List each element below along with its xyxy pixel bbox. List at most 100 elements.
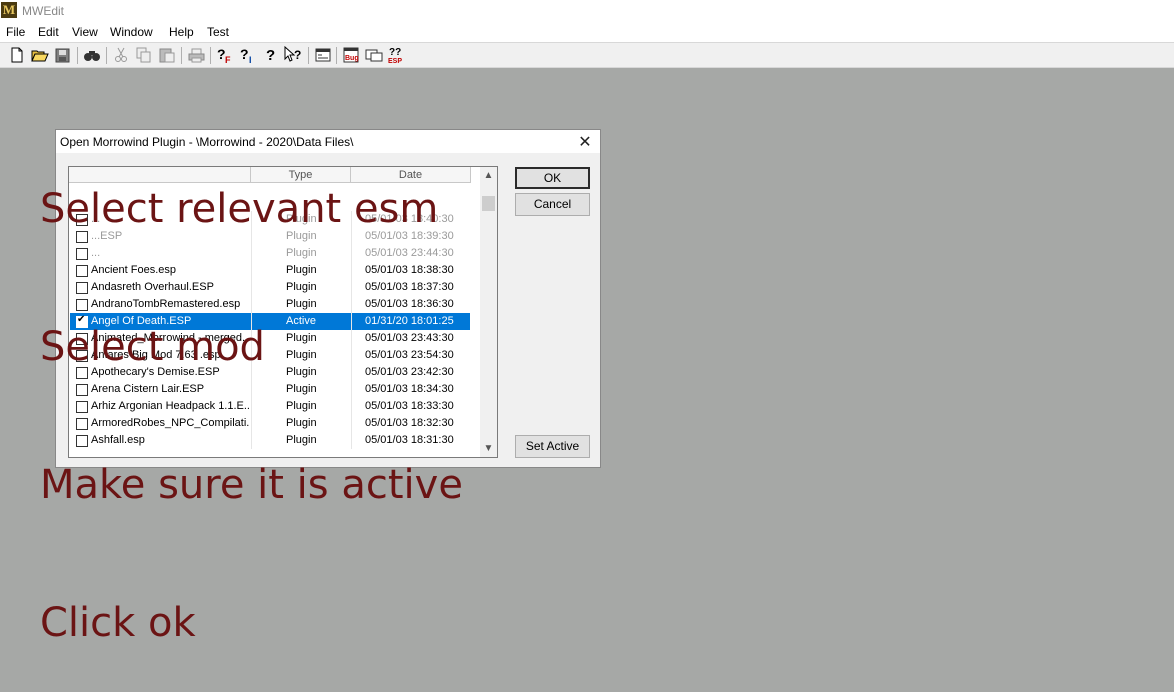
instruction-line: Click ok (40, 600, 196, 646)
help-index-icon[interactable]: ? I (238, 46, 258, 64)
scroll-up-icon[interactable]: ▲ (480, 167, 497, 184)
print-icon[interactable] (186, 46, 206, 64)
plugin-type: Plugin (251, 432, 350, 449)
plugin-type: Plugin (251, 211, 350, 228)
plugin-type: Plugin (251, 228, 350, 245)
plugin-row[interactable]: Andasreth Overhaul.ESP Plugin 05/01/03 18:… (70, 279, 470, 296)
plugin-date: 05/01/03 18:36:30 (351, 296, 470, 313)
menu-test[interactable]: Test (207, 25, 229, 39)
plugin-type: Plugin (251, 415, 350, 432)
plugin-name: Ancient Foes.esp (91, 264, 176, 276)
plugin-row[interactable]: Ancient Foes.esp Plugin 05/01/03 18:38:30 (70, 262, 470, 279)
help-icon[interactable]: ? (261, 46, 281, 64)
column-header-type[interactable]: Type (251, 167, 351, 183)
plugin-checkbox[interactable] (76, 214, 88, 226)
plugin-date: 05/01/03 23:54:30 (351, 347, 470, 364)
app-logo-icon: M (1, 2, 17, 18)
dialog-title: Open Morrowind Plugin - \Morrowind - 202… (60, 135, 354, 149)
menu-help[interactable]: Help (169, 25, 194, 39)
menu-bar: File Edit View Window Help Test (0, 22, 1174, 42)
plugin-row[interactable]: Apothecary's Demise.ESP Plugin 05/01/03 23… (70, 364, 470, 381)
toolbar-separator (77, 47, 78, 64)
toolbar-separator (181, 47, 182, 64)
app-title: MWEdit (22, 4, 64, 18)
plugin-type: Plugin (251, 398, 350, 415)
plugin-type: Plugin (251, 279, 350, 296)
plugin-checkbox[interactable] (76, 367, 88, 379)
plugin-row[interactable]: ... Plugin 05/01/03 18:40:30 (70, 211, 470, 228)
plugin-row[interactable]: ... Plugin 05/01/03 23:44:30 (70, 245, 470, 262)
plugin-date: 05/01/03 18:38:30 (351, 262, 470, 279)
cut-icon[interactable] (111, 46, 131, 64)
plugin-type: Plugin (251, 245, 350, 262)
plugin-row[interactable]: Antares Big Mod 7.63 .esp Plugin 05/01/03 … (70, 347, 470, 364)
paste-icon[interactable] (157, 46, 177, 64)
plugin-row[interactable]: AndranoTombRemastered.esp Plugin 05/01/03 … (70, 296, 470, 313)
plugin-date: 05/01/03 18:31:30 (351, 432, 470, 449)
plugin-list[interactable]: Type Date ... Plugin 05/01/03 18:40:30 ...E… (68, 166, 498, 458)
plugin-row[interactable]: Arena Cistern Lair.ESP Plugin 05/01/03 18:… (70, 381, 470, 398)
plugin-date: 05/01/03 18:34:30 (351, 381, 470, 398)
menu-edit[interactable]: Edit (38, 25, 59, 39)
close-icon[interactable]: ✕ (576, 132, 594, 152)
column-header-name[interactable] (69, 167, 251, 183)
plugin-checkbox[interactable] (76, 248, 88, 260)
toolbar-separator (336, 47, 337, 64)
window-icon[interactable] (364, 46, 384, 64)
open-plugin-dialog: Open Morrowind Plugin - \Morrowind - 202… (55, 129, 601, 468)
plugin-name: Ashfall.esp (91, 434, 145, 446)
scroll-thumb[interactable] (482, 196, 495, 211)
dialog-titlebar: Open Morrowind Plugin - \Morrowind - 202… (56, 130, 600, 153)
plugin-checkbox[interactable] (76, 231, 88, 243)
menu-window[interactable]: Window (110, 25, 153, 39)
plugin-checkbox[interactable] (76, 282, 88, 294)
new-file-icon[interactable] (7, 46, 27, 64)
esp-icon[interactable]: ?? ESP (387, 46, 407, 64)
plugin-name: Apothecary's Demise.ESP (91, 366, 220, 378)
plugin-checkbox[interactable] (76, 418, 88, 430)
plugin-checkbox[interactable] (76, 314, 88, 328)
svg-text:ESP: ESP (388, 58, 402, 64)
menu-file[interactable]: File (6, 25, 25, 39)
context-help-icon[interactable]: ? (283, 46, 303, 64)
plugin-name: ... (91, 213, 101, 225)
plugin-row[interactable]: Arhiz Argonian Headpack 1.1.E... Plugin 05… (70, 398, 470, 415)
plugin-date: 05/01/03 18:40:30 (351, 211, 470, 228)
scroll-down-icon[interactable]: ▼ (480, 440, 497, 457)
save-icon[interactable] (52, 46, 72, 64)
cancel-button[interactable]: Cancel (515, 193, 590, 216)
plugin-type: Plugin (251, 330, 350, 347)
plugin-checkbox[interactable] (76, 350, 88, 362)
plugin-row[interactable]: ...ESP Plugin 05/01/03 18:39:30 (70, 228, 470, 245)
ok-button[interactable]: OK (515, 167, 590, 189)
plugin-checkbox[interactable] (76, 299, 88, 311)
find-icon[interactable] (82, 46, 102, 64)
open-folder-icon[interactable] (30, 46, 50, 64)
plugin-checkbox[interactable] (76, 384, 88, 396)
plugin-type: Plugin (251, 364, 350, 381)
plugin-checkbox[interactable] (76, 265, 88, 277)
toolbar-separator (210, 47, 211, 64)
plugin-date: 05/01/03 18:33:30 (351, 398, 470, 415)
vertical-scrollbar[interactable]: ▲ ▼ (480, 167, 497, 457)
plugin-date: 05/01/03 23:43:30 (351, 330, 470, 347)
help-function-icon[interactable]: ? F (215, 46, 235, 64)
plugin-row[interactable]: Animated_Morrowind - merged.... Plugin 05/… (70, 330, 470, 347)
column-header-date[interactable]: Date (351, 167, 471, 183)
plugin-name: ...ESP (91, 230, 123, 242)
plugin-type: Active (251, 313, 350, 330)
plugin-date: 05/01/03 23:42:30 (351, 364, 470, 381)
plugin-date: 05/01/03 18:39:30 (351, 228, 470, 245)
set-active-button[interactable]: Set Active (515, 435, 590, 458)
plugin-row[interactable]: Ashfall.esp Plugin 05/01/03 18:31:30 (70, 432, 470, 449)
plugin-checkbox[interactable] (76, 401, 88, 413)
plugin-row[interactable]: ArmoredRobes_NPC_Compilati... Plugin 05/01… (70, 415, 470, 432)
plugin-checkbox[interactable] (76, 333, 88, 345)
options-icon[interactable] (313, 46, 333, 64)
plugin-checkbox[interactable] (76, 435, 88, 447)
plugin-row[interactable]: Angel Of Death.ESP Active01/31/20 18:01:2… (70, 313, 470, 330)
bug-report-icon[interactable]: Bug (341, 46, 361, 64)
copy-icon[interactable] (134, 46, 154, 64)
menu-view[interactable]: View (72, 25, 98, 39)
toolbar: ? F ? I ? ? Bug ?? ESP (0, 42, 1174, 68)
